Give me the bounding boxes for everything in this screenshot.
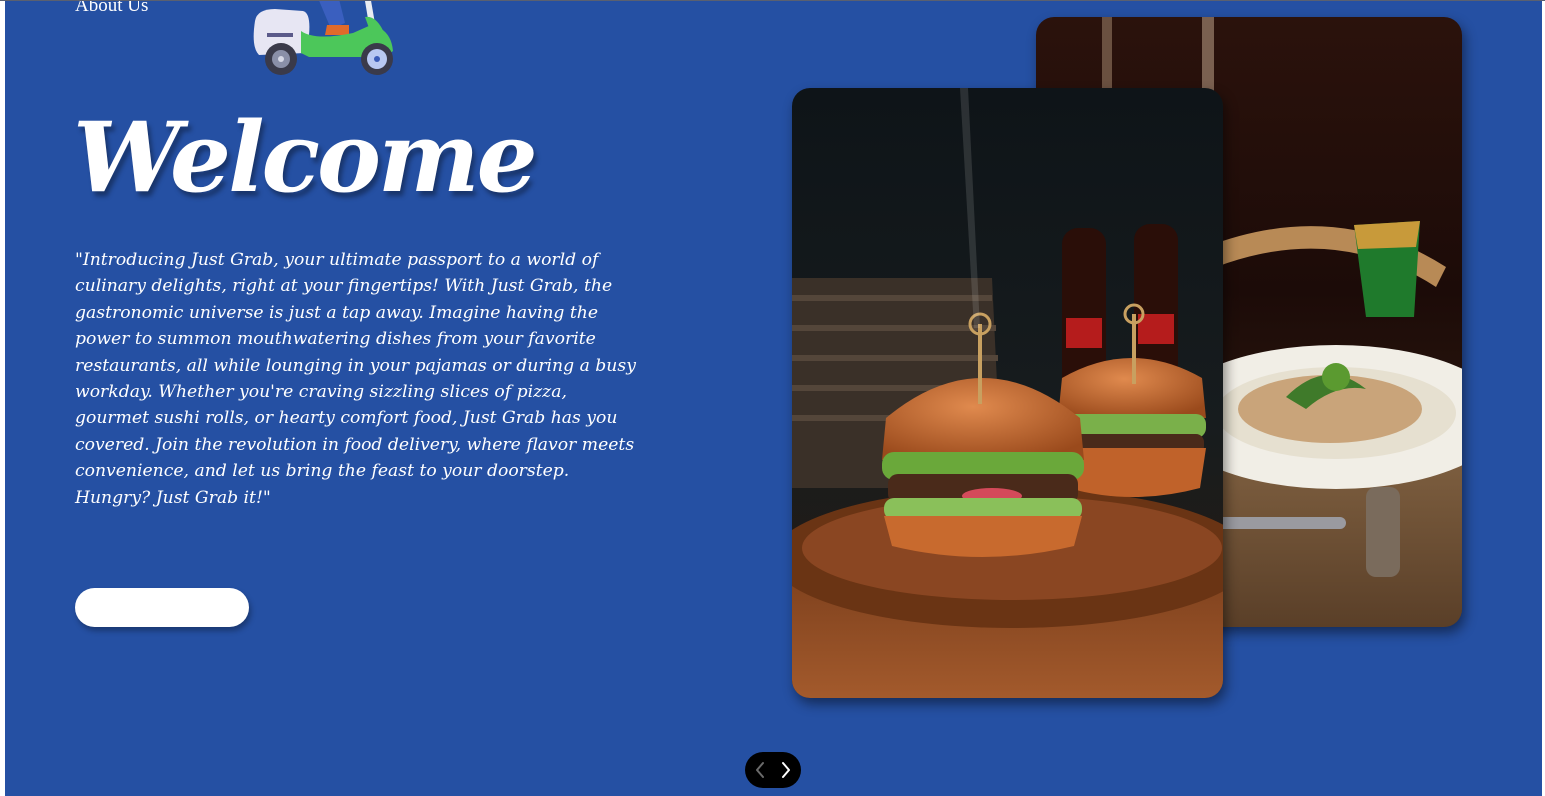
burger-photo bbox=[792, 88, 1223, 698]
cta-button[interactable] bbox=[75, 588, 249, 627]
hero-description: "Introducing Just Grab, your ultimate pa… bbox=[75, 250, 636, 508]
slider-controls bbox=[745, 752, 801, 788]
slider-prev-button[interactable] bbox=[750, 757, 770, 783]
nav-link-about-us[interactable]: About Us bbox=[75, 1, 148, 17]
slider-next-button[interactable] bbox=[776, 757, 796, 783]
chevron-right-icon bbox=[782, 762, 790, 778]
scooter-illustration bbox=[253, 1, 393, 75]
hero-section: About Us Welcome "Introducing Just Grab,… bbox=[5, 1, 1542, 796]
food-card-burger[interactable] bbox=[792, 88, 1223, 698]
chevron-left-icon bbox=[756, 762, 764, 778]
welcome-heading: Welcome bbox=[73, 101, 538, 214]
